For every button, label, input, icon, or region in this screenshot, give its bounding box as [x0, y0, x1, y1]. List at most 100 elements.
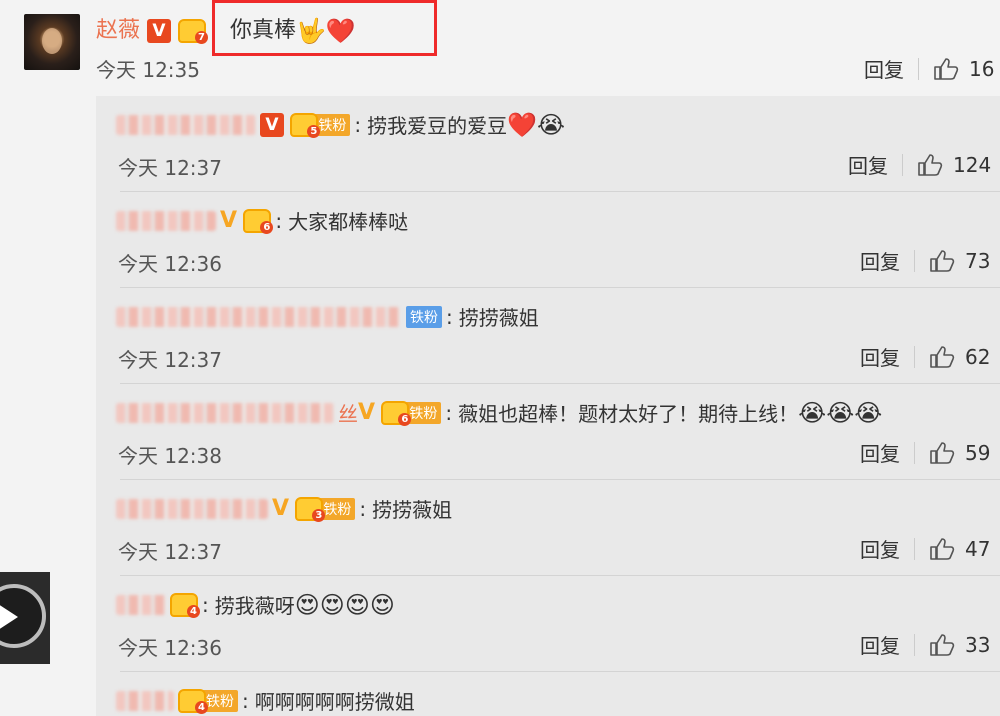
reply-button[interactable]: 回复	[860, 534, 900, 563]
username-tail[interactable]: 丝	[338, 398, 358, 427]
verified-v-icon: V	[272, 496, 290, 521]
reply-time: 今天 12:36	[118, 252, 222, 276]
heart-emoji-icon: ❤️	[507, 110, 537, 139]
reply-button[interactable]: 回复	[860, 246, 900, 275]
reply-text: 捞捞薇姐	[458, 306, 539, 330]
blurred-username[interactable]	[116, 594, 166, 615]
main-comment-text-line: 你真棒🤟❤️	[230, 12, 356, 44]
colon: :	[446, 304, 453, 329]
reply-text: 薇姐也超棒！题材太好了！期待上线！	[458, 402, 799, 426]
list-item: 铁粉 : 捞捞薇姐 今天 12:37 回复 62	[96, 288, 1000, 384]
vip-crown-icon: 4	[178, 688, 208, 714]
reply-time: 今天 12:37	[118, 156, 222, 180]
verified-v-icon: V	[260, 112, 284, 137]
vip-level-number: 3	[312, 508, 326, 522]
thumbs-up-icon[interactable]	[929, 441, 955, 465]
thumbs-up-icon[interactable]	[929, 345, 955, 369]
reply-line: V 3 铁粉 : 捞捞薇姐	[116, 494, 452, 523]
like-count: 47	[965, 536, 991, 561]
reply-line: 丝 V 6 铁粉 : 薇姐也超棒！题材太好了！期待上线！ 😭 😭 😭	[116, 398, 882, 427]
reply-actions: 回复 59	[860, 438, 990, 467]
thumbs-up-icon[interactable]	[929, 537, 955, 561]
list-item: 丝 V 6 铁粉 : 薇姐也超棒！题材太好了！期待上线！ 😭 😭 😭 今天 12:3…	[96, 384, 1000, 480]
reply-text: 大家都棒棒哒	[288, 210, 409, 234]
blurred-username[interactable]	[116, 690, 174, 711]
main-comment-time: 今天 12:35	[96, 58, 200, 82]
blurred-username[interactable]	[116, 210, 216, 231]
heart-emoji-icon: ❤️	[325, 17, 356, 45]
vip-level-number: 6	[398, 412, 412, 426]
vip-crown-icon: 7	[178, 19, 209, 44]
vip-level-number: 4	[187, 604, 200, 618]
vip-level-number: 4	[195, 700, 208, 714]
colon: :	[275, 208, 283, 233]
verified-v-icon: V	[358, 400, 376, 425]
author-avatar[interactable]	[24, 14, 80, 70]
blurred-username[interactable]	[116, 402, 334, 423]
vip-crown-icon: 6	[381, 400, 412, 426]
like-count: 124	[953, 152, 992, 177]
like-count: 16	[969, 56, 995, 81]
list-item: 4 : 捞我薇呀 😍 😍 😍 😍 今天 12:36 回复 33	[96, 576, 1000, 672]
fan-badge: 铁粉	[406, 305, 442, 328]
reply-time: 今天 12:37	[118, 348, 222, 372]
reply-time: 今天 12:36	[118, 636, 222, 660]
like-count: 59	[965, 440, 991, 465]
divider	[914, 537, 915, 560]
colon: :	[359, 496, 367, 521]
divider	[918, 57, 919, 80]
crying-emoji-icon: 😭	[537, 110, 566, 139]
reply-button[interactable]: 回复	[848, 150, 888, 179]
reply-button[interactable]: 回复	[860, 438, 900, 467]
main-author-line: 赵薇 V 7	[96, 12, 209, 44]
reply-text: 捞我爱豆的爱豆	[367, 114, 508, 138]
vip-crown-icon: 3	[295, 496, 326, 522]
heart-eyes-emoji-icon: 😍	[319, 590, 345, 619]
list-item: 4 铁粉 : 啊啊啊啊啊捞微姐	[96, 672, 1000, 716]
crying-emoji-icon: 😭	[854, 398, 883, 427]
thumbs-up-icon[interactable]	[933, 57, 959, 81]
vip-crown-icon: 5	[290, 112, 321, 138]
blurred-username[interactable]	[116, 498, 268, 519]
thumbs-up-icon[interactable]	[929, 633, 955, 657]
reply-list: V 5 铁粉 : 捞我爱豆的爱豆 ❤️ 😭 今天 12:37 回复 124 V 6…	[96, 96, 1000, 716]
blurred-username[interactable]	[116, 306, 400, 327]
vip-crown-icon: 6	[243, 208, 274, 234]
reply-text: 啊啊啊啊啊捞微姐	[254, 690, 415, 714]
heart-eyes-emoji-icon: 😍	[369, 590, 395, 619]
play-button[interactable]	[0, 584, 46, 648]
reply-actions: 回复 124	[848, 150, 991, 179]
vip-level-number: 6	[260, 220, 274, 234]
divider	[914, 441, 915, 464]
reply-actions: 回复 62	[860, 342, 990, 371]
divider	[914, 633, 915, 656]
thumbs-up-icon[interactable]	[929, 249, 955, 273]
list-item: V 3 铁粉 : 捞捞薇姐 今天 12:37 回复 47	[96, 480, 1000, 576]
like-count: 33	[965, 632, 991, 657]
reply-actions: 回复 73	[860, 246, 990, 275]
vip-level-number: 5	[307, 124, 321, 138]
reply-button[interactable]: 回复	[860, 342, 900, 371]
colon: :	[202, 592, 209, 617]
main-comment-text: 你真棒	[230, 18, 297, 43]
main-comment-actions: 回复 16	[864, 54, 994, 83]
verified-v-icon: V	[147, 19, 172, 43]
colon: :	[445, 400, 453, 425]
reply-actions: 回复 47	[860, 534, 990, 563]
list-item: V 6 : 大家都棒棒哒 今天 12:36 回复 73	[96, 192, 1000, 288]
video-player-thumbnail[interactable]	[0, 572, 50, 664]
reply-text: 捞捞薇姐	[372, 498, 453, 522]
verified-v-icon: V	[220, 208, 238, 233]
reply-line: V 6 : 大家都棒棒哒	[116, 206, 408, 235]
reply-button[interactable]: 回复	[860, 630, 900, 659]
reply-button[interactable]: 回复	[864, 54, 904, 83]
reply-actions: 回复 33	[860, 630, 990, 659]
reply-line: V 5 铁粉 : 捞我爱豆的爱豆 ❤️ 😭	[116, 110, 565, 139]
thumbs-up-icon[interactable]	[917, 153, 943, 177]
main-author-name[interactable]: 赵薇	[96, 18, 140, 43]
blurred-username[interactable]	[116, 114, 256, 135]
list-item: V 5 铁粉 : 捞我爱豆的爱豆 ❤️ 😭 今天 12:37 回复 124	[96, 96, 1000, 192]
colon: :	[242, 688, 249, 713]
rock-hand-emoji-icon: 🤟	[296, 17, 326, 45]
colon: :	[354, 112, 362, 137]
